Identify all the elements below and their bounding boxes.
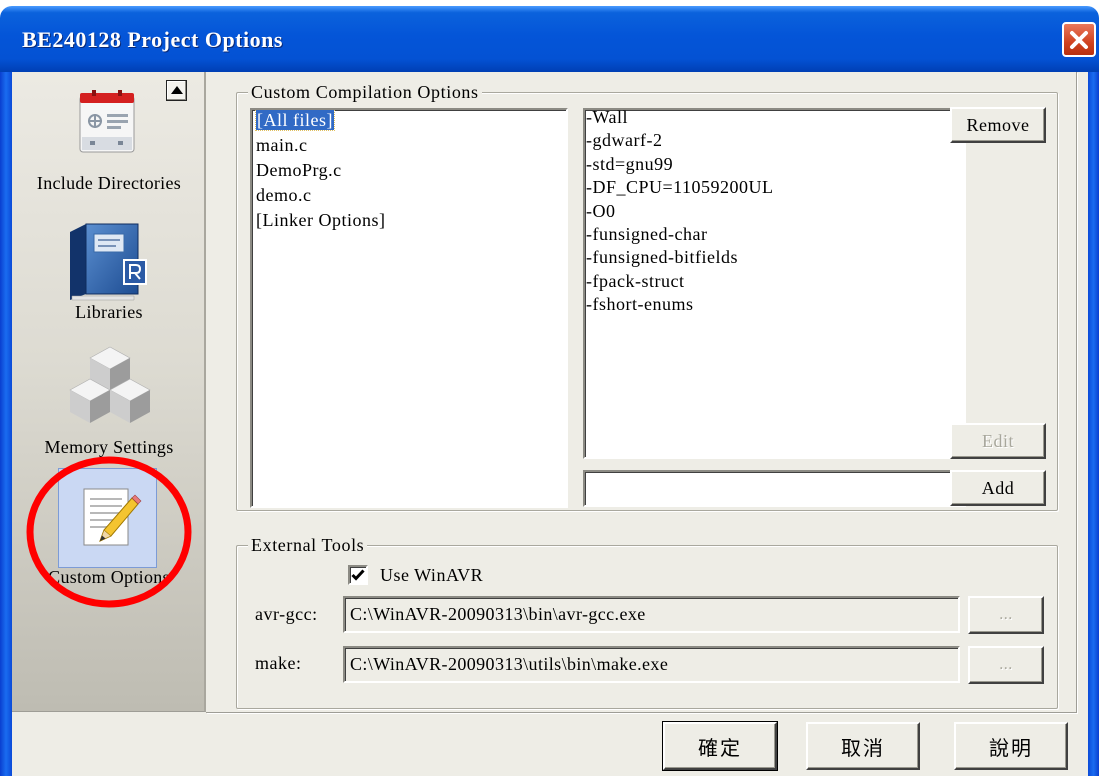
use-winavr-checkbox[interactable] [348, 565, 368, 585]
file-item[interactable]: demo.c [252, 183, 566, 208]
sidebar-item-label: Custom Options [48, 567, 170, 587]
checkmark-icon [351, 569, 365, 581]
remove-button[interactable]: Remove [950, 107, 1046, 143]
custom-compilation-group-label: Custom Compilation Options [248, 81, 482, 103]
file-item[interactable]: main.c [252, 133, 566, 158]
option-item[interactable]: -fshort-enums [585, 293, 964, 316]
avr-gcc-label: avr-gcc: [255, 604, 318, 624]
option-item[interactable]: -gdwarf-2 [585, 129, 964, 152]
add-button[interactable]: Add [950, 470, 1046, 506]
file-item[interactable]: DemoPrg.c [252, 158, 566, 183]
file-item-label: demo.c [256, 185, 312, 205]
file-item-label: main.c [256, 135, 308, 155]
scroll-up-arrow-icon [170, 86, 183, 94]
option-item[interactable]: -O0 [585, 200, 964, 223]
option-item[interactable]: -fpack-struct [585, 270, 964, 293]
option-item[interactable]: -funsigned-bitfields [585, 246, 964, 269]
external-tools-group-label: External Tools [248, 534, 368, 556]
make-path-field[interactable]: C:\WinAVR-20090313\utils\bin\make.exe [343, 646, 960, 683]
file-item-label: DemoPrg.c [256, 160, 342, 180]
window-frame-left [0, 72, 12, 776]
sidebar-item-custom-options[interactable]: Custom Options [12, 466, 206, 590]
help-button[interactable]: 說明 [954, 722, 1068, 770]
libraries-book-icon [70, 223, 147, 301]
sidebar-item-label: Libraries [75, 302, 143, 322]
ok-button[interactable]: 確定 [662, 721, 778, 771]
make-browse-button[interactable]: ... [968, 646, 1044, 684]
include-directories-icon [79, 90, 135, 153]
sidebar-item-libraries[interactable]: Libraries [12, 212, 206, 324]
file-item-label: [Linker Options] [256, 210, 386, 230]
edit-button[interactable]: Edit [950, 423, 1046, 459]
file-item[interactable]: [Linker Options] [252, 208, 566, 233]
options-listbox[interactable]: -Wall -gdwarf-2 -std=gnu99 -DF_CPU=11059… [583, 108, 966, 459]
window-title: BE240128 Project Options [22, 27, 283, 52]
new-option-input[interactable] [583, 470, 966, 507]
option-item[interactable]: -DF_CPU=11059200UL [585, 176, 964, 199]
window-frame-right [1088, 72, 1099, 776]
selection-highlight [58, 468, 157, 568]
close-icon [1070, 30, 1088, 49]
option-item[interactable]: -Wall [585, 110, 964, 129]
sidebar-scroll-up-button[interactable] [166, 80, 187, 101]
sidebar-item-label: Include Directories [36, 173, 182, 193]
make-label: make: [255, 653, 302, 673]
file-listbox[interactable]: [All files] main.c DemoPrg.c demo.c [Lin… [250, 108, 568, 508]
close-button[interactable] [1062, 22, 1096, 57]
option-item[interactable]: -funsigned-char [585, 223, 964, 246]
file-item-label: [All files] [255, 110, 335, 131]
avr-gcc-path-field[interactable]: C:\WinAVR-20090313\bin\avr-gcc.exe [343, 596, 960, 633]
avr-gcc-browse-button[interactable]: ... [968, 596, 1044, 634]
sidebar-item-label: Memory Settings [44, 437, 174, 457]
cancel-button[interactable]: 取消 [806, 722, 920, 770]
use-winavr-label[interactable]: Use WinAVR [380, 564, 483, 586]
sidebar-item-memory-settings[interactable]: Memory Settings [12, 340, 206, 457]
file-item[interactable]: [All files] [252, 110, 566, 133]
custom-options-notepad-icon [83, 488, 142, 546]
option-item[interactable]: -std=gnu99 [585, 153, 964, 176]
memory-settings-cubes-icon [69, 346, 151, 423]
